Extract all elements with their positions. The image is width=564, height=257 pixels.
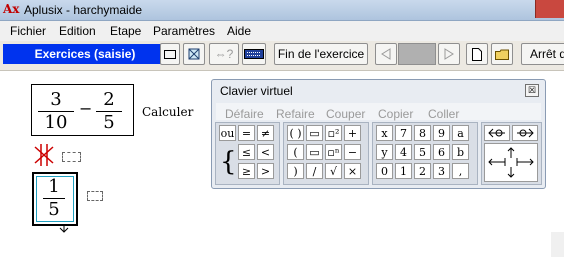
numerator: 2 [103, 89, 115, 110]
menu-etape[interactable]: Etape [110, 24, 141, 38]
key-6[interactable]: 6 [433, 144, 450, 160]
key-2[interactable]: 2 [414, 163, 431, 179]
key-x[interactable]: x [376, 125, 393, 141]
key-comma[interactable]: , [452, 163, 469, 179]
arrow-keys-icon [488, 147, 534, 178]
folder-icon [495, 49, 509, 60]
delete-right-key[interactable] [512, 125, 538, 141]
key-b[interactable]: b [452, 144, 469, 160]
denominator: 5 [48, 199, 60, 220]
rectangle-button[interactable] [160, 43, 180, 65]
placeholder-box[interactable] [87, 191, 103, 201]
arrow-pad[interactable] [484, 143, 538, 182]
fraction-1-5: 1 5 [43, 177, 65, 220]
fraction-2-5: 2 5 [96, 90, 122, 133]
key-3[interactable]: 3 [433, 163, 450, 179]
fraction-3-10: 3 10 [38, 90, 74, 133]
menu-fichier[interactable]: Fichier [10, 24, 46, 38]
key-times[interactable]: × [344, 163, 361, 179]
denominator: 5 [103, 112, 115, 133]
key-7[interactable]: 7 [395, 125, 412, 141]
key-divide[interactable]: / [306, 163, 323, 179]
menu-undo[interactable]: Défaire [225, 107, 264, 121]
key-ou[interactable]: ou [219, 125, 236, 141]
key-greater[interactable]: > [257, 163, 274, 179]
key-less[interactable]: < [257, 144, 274, 160]
triangle-right-icon [444, 48, 454, 60]
key-greater-equal[interactable]: ≥ [238, 163, 255, 179]
numerator: 1 [48, 176, 60, 197]
key-power[interactable]: ▫ⁿ [325, 144, 342, 160]
arrow-down-icon [59, 224, 69, 233]
key-1[interactable]: 1 [395, 163, 412, 179]
rectangle-icon [164, 49, 176, 59]
delete-left-key[interactable] [484, 125, 510, 141]
key-4[interactable]: 4 [395, 144, 412, 160]
key-a[interactable]: a [452, 125, 469, 141]
app-icon: Ax [3, 2, 20, 16]
keyboard-icon [244, 49, 264, 59]
key-sqrt[interactable]: √ [325, 163, 342, 179]
minus-operator: − [79, 99, 93, 118]
triangle-left-icon [381, 48, 391, 60]
key-parentheses[interactable]: ( ) [287, 125, 304, 141]
keyboard-button[interactable] [242, 43, 266, 65]
placeholder-box[interactable] [62, 152, 81, 162]
equivalence-check-button[interactable]: ⇔? [209, 43, 239, 65]
key-close-paren[interactable]: ) [287, 163, 304, 179]
key-less-equal[interactable]: ≤ [238, 144, 255, 160]
key-open-paren[interactable]: ( [287, 144, 304, 160]
key-brace[interactable]: { [220, 144, 237, 180]
mode-label: Exercices (saisie) [3, 44, 167, 64]
window-title: Aplusix - harchymaide [24, 3, 143, 17]
key-equal[interactable]: = [238, 125, 255, 141]
menu-aide[interactable]: Aide [227, 24, 251, 38]
next-step-button[interactable] [438, 43, 460, 65]
delete-right-icon [517, 128, 534, 138]
delete-box-icon [188, 48, 200, 60]
menu-paste[interactable]: Coller [428, 107, 459, 121]
previous-step-button[interactable] [375, 43, 397, 65]
delete-box-button[interactable] [183, 43, 205, 65]
delete-left-icon [488, 128, 505, 138]
key-y[interactable]: y [376, 144, 393, 160]
menu-copy[interactable]: Copier [378, 107, 413, 121]
keyboard-title: Clavier virtuel [220, 84, 293, 98]
key-minus[interactable]: − [344, 144, 361, 160]
equivalence-icon: ⇔? [214, 47, 234, 61]
instruction-text: Calculer [142, 105, 194, 119]
key-plus[interactable]: + [344, 125, 361, 141]
key-8[interactable]: 8 [414, 125, 431, 141]
window-corner [551, 232, 564, 257]
new-document-button[interactable] [466, 43, 488, 65]
menu-parametres[interactable]: Paramètres [153, 24, 215, 38]
key-5[interactable]: 5 [414, 144, 431, 160]
new-document-icon [472, 47, 482, 61]
open-folder-button[interactable] [491, 43, 513, 65]
virtual-keyboard-window: Clavier virtuel ☒ Défaire Refaire Couper… [211, 79, 546, 189]
end-exercise-button[interactable]: Fin de l'exercice [274, 43, 368, 65]
close-window-button[interactable] [535, 0, 564, 18]
denominator: 10 [44, 112, 68, 133]
key-square[interactable]: ▫² [325, 125, 342, 141]
key-not-equal[interactable]: ≠ [257, 125, 274, 141]
numerator: 3 [50, 89, 62, 110]
key-9[interactable]: 9 [433, 125, 450, 141]
key-fraction[interactable]: ▭ [306, 125, 323, 141]
menu-redo[interactable]: Refaire [276, 107, 315, 121]
stop-button[interactable]: Arrêt d [521, 43, 564, 65]
not-equivalent-icon [34, 144, 54, 166]
key-0[interactable]: 0 [376, 163, 393, 179]
menu-cut[interactable]: Couper [326, 107, 365, 121]
key-fraction-alt[interactable]: ▭ [306, 144, 323, 160]
close-icon[interactable]: ☒ [525, 84, 539, 97]
menu-edition[interactable]: Edition [59, 24, 96, 38]
step-slider[interactable] [398, 43, 436, 65]
